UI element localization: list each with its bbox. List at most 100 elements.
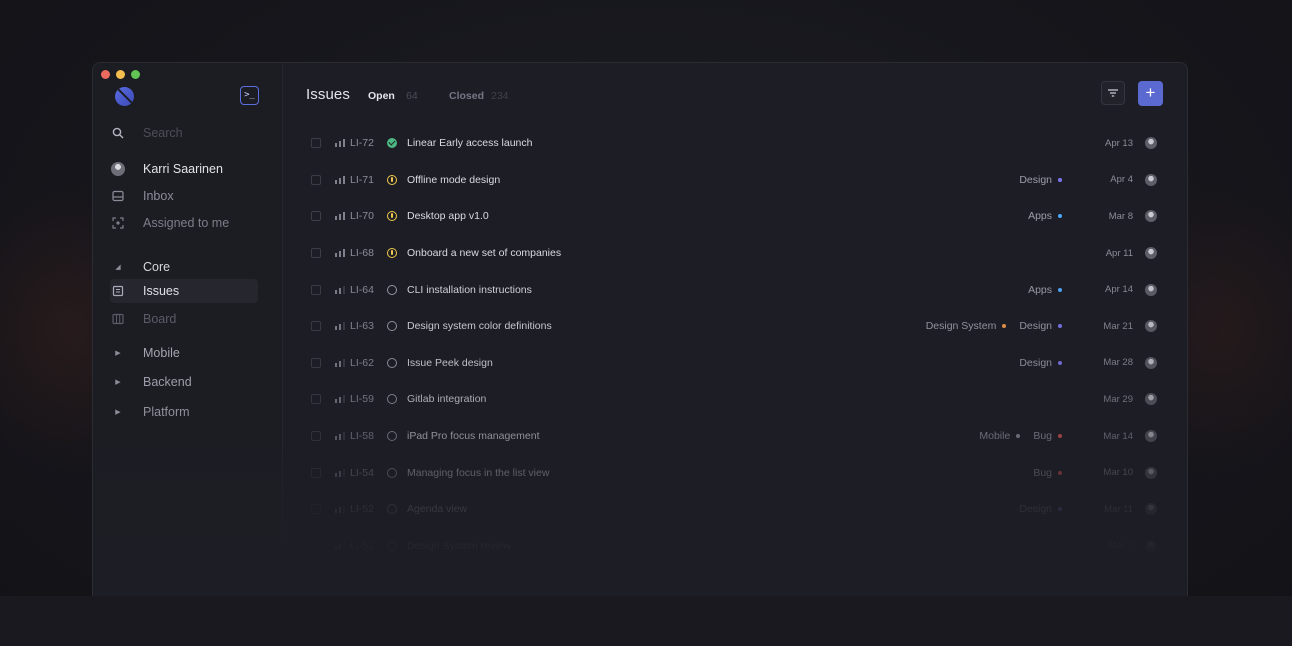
label-badge[interactable]: Design [1019, 320, 1062, 332]
closed-count: 234 [491, 90, 509, 102]
priority-icon[interactable] [335, 139, 345, 148]
table-row[interactable]: LI-54 Managing focus in the list view Bug M… [283, 454, 1187, 491]
page-title: Issues [306, 86, 350, 103]
priority-icon[interactable] [335, 212, 345, 221]
sidebar-team-label: Mobile [143, 346, 180, 360]
priority-icon[interactable] [335, 285, 345, 294]
row-checkbox[interactable] [311, 431, 321, 442]
label-badge[interactable]: Apps [1028, 284, 1062, 296]
priority-icon[interactable] [335, 395, 345, 404]
status-icon[interactable] [387, 248, 397, 259]
workspace-logo-icon[interactable] [115, 87, 134, 106]
table-row[interactable]: LI-72 Linear Early access launch Apr 13 [283, 125, 1187, 162]
label-badge[interactable]: Design [1019, 174, 1062, 186]
row-checkbox[interactable] [311, 284, 321, 295]
status-icon[interactable] [387, 211, 397, 222]
row-checkbox[interactable] [311, 138, 321, 149]
label-badge[interactable]: Mobile [979, 430, 1021, 442]
issue-date: Apr 11 [1105, 247, 1133, 259]
assignee-avatar[interactable] [1145, 430, 1157, 443]
priority-icon[interactable] [335, 358, 345, 367]
user-profile[interactable]: Karri Saarinen [110, 157, 268, 181]
assignee-avatar[interactable] [1145, 320, 1157, 333]
maximize-window-button[interactable] [131, 70, 140, 79]
assignee-avatar[interactable] [1145, 210, 1157, 223]
sidebar-team-backend[interactable]: ▶ Backend [110, 370, 268, 394]
row-checkbox[interactable] [311, 467, 321, 478]
status-icon[interactable] [387, 467, 397, 478]
sidebar-team-mobile[interactable]: ▶ Mobile [110, 341, 268, 365]
status-icon[interactable] [387, 540, 397, 551]
close-window-button[interactable] [101, 70, 110, 79]
sidebar-item-issues[interactable]: Issues [110, 279, 258, 303]
tab-closed[interactable]: Closed [449, 90, 484, 102]
row-checkbox[interactable] [311, 357, 321, 368]
table-row[interactable]: LI-70 Desktop app v1.0 Apps Mar 8 [283, 198, 1187, 235]
table-row[interactable]: LI-71 Offline mode design Design Apr 4 [283, 162, 1187, 199]
row-checkbox[interactable] [311, 504, 321, 515]
label-badge[interactable]: Apps [1028, 210, 1062, 222]
status-icon[interactable] [387, 431, 397, 442]
status-icon[interactable] [387, 394, 397, 405]
priority-icon[interactable] [335, 468, 345, 477]
table-row[interactable]: LI-62 Issue Peek design Design Mar 28 [283, 345, 1187, 382]
table-row[interactable]: LI-58 iPad Pro focus management Mobile Bug M… [283, 418, 1187, 455]
row-checkbox[interactable] [311, 248, 321, 259]
assignee-avatar[interactable] [1145, 137, 1157, 150]
search-input[interactable]: Search [110, 121, 268, 145]
label-color-dot [1058, 470, 1062, 475]
status-icon[interactable] [387, 138, 397, 149]
row-checkbox[interactable] [311, 394, 321, 405]
sidebar-item-assigned[interactable]: Assigned to me [110, 211, 268, 235]
assignee-avatar[interactable] [1145, 283, 1157, 296]
issue-id: LI-68 [350, 247, 374, 260]
priority-icon[interactable] [335, 249, 345, 258]
new-issue-button[interactable]: + [1138, 81, 1163, 106]
command-menu-icon[interactable]: >_ [240, 86, 259, 105]
priority-icon[interactable] [335, 175, 345, 184]
table-row[interactable]: LI-51 Design System review Mar 7 [283, 528, 1187, 565]
table-row[interactable]: LI-52 Agenda view Design Mar 11 [283, 491, 1187, 528]
sidebar-item-inbox[interactable]: Inbox [110, 184, 268, 208]
label-badge[interactable]: Bug [1033, 430, 1062, 442]
assignee-avatar[interactable] [1145, 247, 1157, 260]
sidebar-item-board[interactable]: Board [110, 307, 268, 331]
table-row[interactable]: LI-68 Onboard a new set of companies Apr 1… [283, 235, 1187, 272]
minimize-window-button[interactable] [116, 70, 125, 79]
row-checkbox[interactable] [311, 540, 321, 551]
label-badge[interactable]: Bug [1033, 467, 1062, 479]
priority-icon[interactable] [335, 505, 345, 514]
label-text: Bug [1033, 466, 1052, 479]
table-row[interactable]: LI-59 Gitlab integration Mar 29 [283, 381, 1187, 418]
status-icon[interactable] [387, 321, 397, 332]
assignee-avatar[interactable] [1145, 393, 1157, 406]
label-badge[interactable]: Design [1019, 357, 1062, 369]
table-row[interactable]: LI-63 Design system color definitions Desi… [283, 308, 1187, 345]
sidebar-team-platform[interactable]: ▶ Platform [110, 400, 268, 424]
assignee-avatar[interactable] [1145, 539, 1157, 552]
issue-labels: Apps [1028, 284, 1062, 296]
issue-id: LI-72 [350, 137, 374, 150]
priority-icon[interactable] [335, 432, 345, 441]
row-checkbox[interactable] [311, 321, 321, 332]
row-checkbox[interactable] [311, 211, 321, 222]
label-badge[interactable]: Design [1019, 503, 1062, 515]
issue-labels: Mobile Bug [979, 430, 1062, 442]
label-text: Apps [1028, 210, 1052, 223]
status-icon[interactable] [387, 174, 397, 185]
assignee-avatar[interactable] [1145, 356, 1157, 369]
assignee-avatar[interactable] [1145, 503, 1157, 516]
priority-icon[interactable] [335, 322, 345, 331]
status-icon[interactable] [387, 504, 397, 515]
assignee-avatar[interactable] [1145, 173, 1157, 186]
status-icon[interactable] [387, 284, 397, 295]
priority-icon[interactable] [335, 541, 345, 550]
assignee-avatar[interactable] [1145, 466, 1157, 479]
status-icon[interactable] [387, 357, 397, 368]
sidebar-team-core[interactable]: ◢ Core [110, 255, 268, 279]
label-badge[interactable]: Design System [926, 320, 1007, 332]
tab-open[interactable]: Open [368, 90, 395, 102]
row-checkbox[interactable] [311, 174, 321, 185]
filter-button[interactable] [1101, 81, 1125, 105]
table-row[interactable]: LI-64 CLI installation instructions Apps Ap… [283, 271, 1187, 308]
